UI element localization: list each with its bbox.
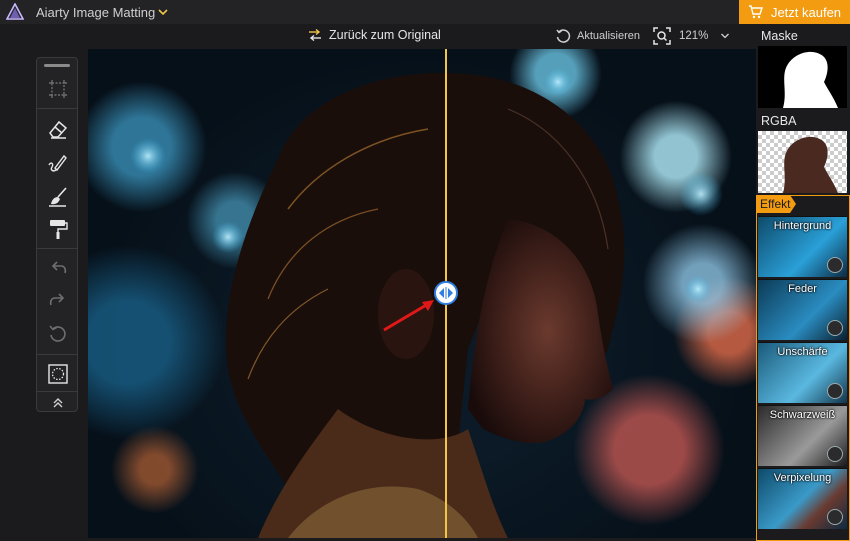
- effect-background[interactable]: Hintergrund: [758, 216, 847, 277]
- reset-icon: [49, 325, 66, 342]
- collapse-panel-button[interactable]: [45, 394, 71, 412]
- cart-icon: [748, 5, 763, 19]
- mask-thumbnail[interactable]: [758, 46, 847, 108]
- image-canvas[interactable]: [88, 49, 756, 538]
- back-to-original-button[interactable]: Zurück zum Original: [308, 28, 441, 42]
- lasso-icon: [48, 364, 68, 384]
- buy-now-label: Jetzt kaufen: [770, 4, 842, 20]
- mask-preview-icon: [783, 51, 838, 108]
- effect-background-label: Hintergrund: [773, 220, 832, 232]
- effect-radio[interactable]: [827, 509, 843, 525]
- effect-feather[interactable]: Feder: [758, 279, 847, 340]
- effect-blur[interactable]: Unschärfe: [758, 342, 847, 403]
- refresh-button[interactable]: Aktualisieren: [555, 28, 640, 44]
- undo-tool[interactable]: [45, 256, 71, 282]
- split-arrows-icon: [439, 287, 453, 299]
- effect-black-white[interactable]: Schwarzweiß: [758, 405, 847, 466]
- effect-label: Effekt: [760, 197, 791, 211]
- chevron-down-icon: [721, 33, 730, 39]
- annotation-arrow: [383, 300, 434, 332]
- view-toolbar: Zurück zum Original Aktualisieren 121%: [0, 24, 756, 49]
- undo-icon: [51, 261, 67, 274]
- brush-icon: [48, 154, 67, 172]
- effect-feather-label: Feder: [788, 283, 817, 295]
- chevron-down-icon[interactable]: [157, 6, 169, 18]
- paint-roller-icon: [50, 220, 68, 239]
- panel-drag-handle[interactable]: [44, 64, 70, 67]
- effect-tab: Effekt: [756, 195, 796, 213]
- effect-radio[interactable]: [827, 320, 843, 336]
- eraser-tool[interactable]: [45, 116, 71, 142]
- paint-roller-tool[interactable]: [45, 216, 71, 242]
- tool-separator: [37, 391, 77, 392]
- app-title: Aiarty Image Matting: [36, 5, 156, 20]
- app-logo-icon: [6, 3, 24, 20]
- tool-separator: [37, 108, 77, 109]
- brush-tool[interactable]: [45, 150, 71, 176]
- redo-icon: [49, 293, 65, 306]
- effect-blur-label: Unschärfe: [777, 346, 828, 358]
- buy-now-button[interactable]: Jetzt kaufen: [739, 0, 850, 24]
- select-region-tool[interactable]: [45, 76, 71, 102]
- tool-separator: [37, 248, 77, 249]
- tool-separator: [37, 354, 77, 355]
- double-chevron-up-icon: [53, 398, 63, 408]
- zoom-control[interactable]: 121%: [653, 27, 730, 45]
- select-region-icon: [49, 80, 67, 98]
- back-to-original-label: Zurück zum Original: [329, 28, 441, 42]
- lasso-tool[interactable]: [45, 361, 71, 387]
- effect-radio[interactable]: [827, 446, 843, 462]
- effect-radio[interactable]: [827, 257, 843, 273]
- app-window: Aiarty Image Matting Jetzt kaufen Zurück…: [0, 0, 850, 541]
- reset-tool[interactable]: [45, 321, 71, 347]
- rgba-label: RGBA: [761, 114, 797, 128]
- zoom-level: 121%: [679, 30, 709, 42]
- effect-radio[interactable]: [827, 383, 843, 399]
- eraser-icon: [49, 120, 68, 139]
- refresh-icon: [556, 29, 571, 43]
- rgba-thumbnail[interactable]: [758, 131, 847, 193]
- zoom-fit-icon: [653, 27, 671, 45]
- rgba-preview-icon: [783, 136, 838, 193]
- title-bar: Aiarty Image Matting Jetzt kaufen: [0, 0, 850, 24]
- effect-black-white-label: Schwarzweiß: [769, 409, 836, 421]
- effect-pixelate[interactable]: Verpixelung: [758, 468, 847, 529]
- refresh-label: Aktualisieren: [577, 30, 640, 42]
- redo-tool[interactable]: [45, 288, 71, 314]
- compare-arrows-icon: [309, 29, 321, 41]
- tool-panel: [36, 57, 78, 412]
- effect-pixelate-label: Verpixelung: [773, 472, 832, 484]
- broom-icon: [49, 187, 67, 207]
- broom-tool[interactable]: [45, 184, 71, 210]
- mask-label: Maske: [761, 29, 798, 43]
- output-panel: Maske RGBA Effekt Hintergrund Feder Unsc…: [756, 24, 850, 541]
